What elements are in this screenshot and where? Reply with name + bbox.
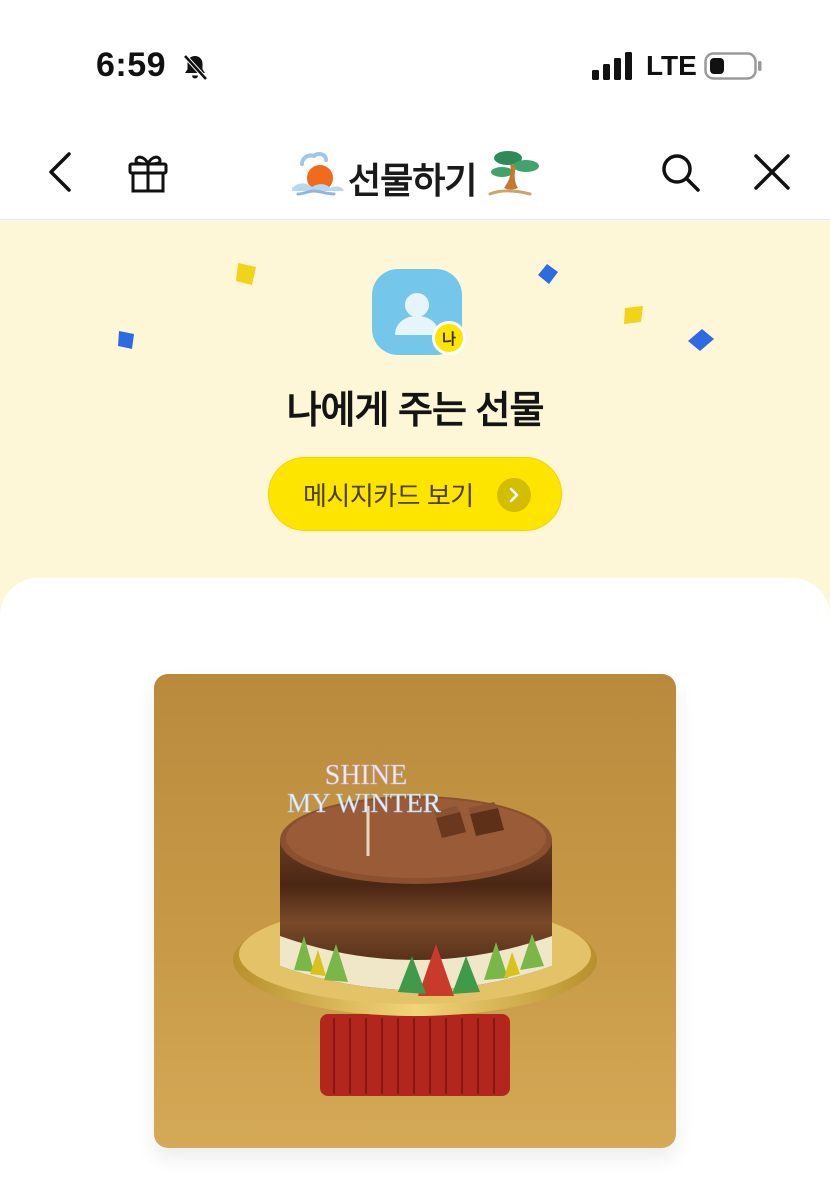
gift-card: SHINE MY WINTER — [0, 578, 830, 1200]
status-time: 6:59 — [96, 46, 167, 84]
status-bar: 6:59 LTE — [0, 0, 830, 120]
confetti-icon — [624, 306, 643, 324]
product-image[interactable]: SHINE MY WINTER — [154, 674, 676, 1148]
cake-illustration: SHINE MY WINTER — [154, 674, 676, 1148]
back-button[interactable] — [38, 150, 82, 194]
app-header: 선물하기 — [0, 120, 830, 220]
signal-icon — [592, 52, 632, 80]
back-arrow-icon — [49, 152, 71, 192]
chevron-right-icon — [497, 478, 531, 512]
message-card-button[interactable]: 메시지카드 보기 — [268, 457, 562, 531]
sunrise-cloud-icon — [292, 151, 344, 196]
avatar-badge: 나 — [432, 321, 466, 355]
topper-text-winter: MY WINTER — [287, 788, 441, 818]
banner-title: 나에게 주는 선물 — [286, 390, 545, 432]
gift-icon — [128, 155, 168, 193]
confetti-icon — [236, 263, 256, 285]
confetti-icon — [688, 329, 714, 351]
confetti-icon — [118, 331, 134, 349]
pine-tree-icon — [488, 151, 539, 196]
gift-box-button[interactable] — [126, 150, 170, 194]
network-label: LTE — [646, 50, 697, 81]
topper-text-shine: SHINE — [325, 760, 407, 791]
search-button[interactable] — [658, 150, 702, 194]
header-title: 선물하기 — [286, 142, 546, 202]
bell-muted-icon — [183, 54, 208, 81]
page-title: 선물하기 — [348, 160, 477, 201]
search-icon — [662, 154, 700, 192]
message-card-label: 메시지카드 보기 — [303, 480, 474, 511]
confetti-icon — [538, 264, 558, 284]
gift-banner: 나 나에게 주는 선물 메시지카드 보기 — [0, 221, 830, 621]
battery-icon — [704, 52, 762, 80]
close-icon — [754, 154, 790, 190]
close-button[interactable] — [750, 150, 794, 194]
